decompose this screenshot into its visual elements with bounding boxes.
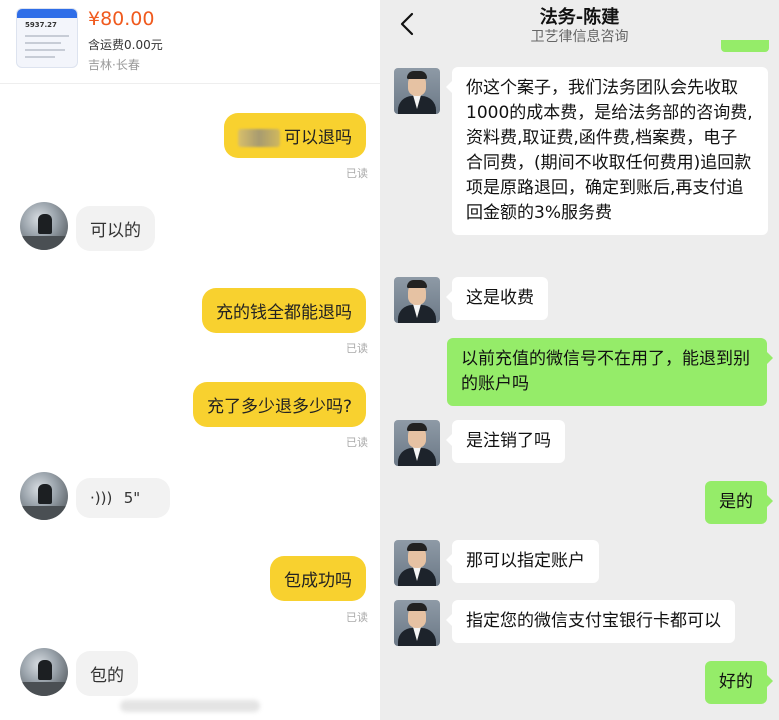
shipping-info: 含运费0.00元 <box>88 38 163 52</box>
blurred-watermark <box>120 700 260 712</box>
contact-avatar[interactable] <box>394 540 440 586</box>
outgoing-message[interactable]: 充的钱全都能退吗 <box>202 288 366 333</box>
product-thumbnail: 5937.27 <box>16 8 78 68</box>
outgoing-message[interactable]: 好的 <box>705 661 773 704</box>
incoming-message[interactable]: 是注销了吗 <box>446 420 565 463</box>
outgoing-message[interactable]: 以前充值的微信号不在用了，能退到别的账户吗 <box>447 338 773 406</box>
product-card[interactable]: 5937.27 ¥80.00 含运费0.00元 吉林·长春 <box>0 0 380 84</box>
contact-avatar[interactable] <box>20 202 68 250</box>
left-chat-panel: 5937.27 ¥80.00 含运费0.00元 吉林·长春 可以退吗 已读 可以… <box>0 0 380 720</box>
voice-duration: 5" <box>123 489 141 507</box>
incoming-message[interactable]: 指定您的微信支付宝银行卡都可以 <box>446 600 735 643</box>
thumbnail-amount: 5937.27 <box>25 21 57 29</box>
right-chat-panel: 法务-陈建 卫艺律信息咨询 你这个案子，我们法务团队会先收取1000的成本费，是… <box>380 0 779 720</box>
voice-message[interactable]: ·))) 5" <box>76 478 170 518</box>
incoming-message[interactable]: 那可以指定账户 <box>446 540 599 583</box>
contact-avatar[interactable] <box>20 472 68 520</box>
incoming-message[interactable]: 你这个案子，我们法务团队会先收取1000的成本费，是给法务部的咨询费,资料费,取… <box>446 67 768 235</box>
contact-avatar[interactable] <box>20 648 68 696</box>
read-receipt: 已读 <box>346 611 368 624</box>
blurred-text <box>238 129 280 147</box>
incoming-message[interactable]: 包的 <box>76 651 138 696</box>
product-price: ¥80.00 <box>88 8 155 30</box>
contact-avatar[interactable] <box>394 600 440 646</box>
outgoing-message[interactable]: 可以退吗 <box>224 113 366 158</box>
outgoing-message[interactable]: 充了多少退多少吗? <box>192 382 366 427</box>
voice-wave-icon: ·))) <box>90 489 113 507</box>
contact-avatar[interactable] <box>394 420 440 466</box>
message-text: 可以退吗 <box>284 128 352 148</box>
outgoing-message[interactable]: 包成功吗 <box>270 556 366 601</box>
incoming-message[interactable]: 可以的 <box>76 206 155 251</box>
outgoing-message[interactable]: 是的 <box>705 481 773 524</box>
read-receipt: 已读 <box>346 167 368 180</box>
chat-header: 法务-陈建 卫艺律信息咨询 <box>380 0 779 52</box>
contact-avatar[interactable] <box>394 277 440 323</box>
read-receipt: 已读 <box>346 342 368 355</box>
incoming-message[interactable]: 这是收费 <box>446 277 548 320</box>
partial-outgoing-message <box>721 40 769 52</box>
chat-subtitle: 卫艺律信息咨询 <box>530 29 629 45</box>
seller-location: 吉林·长春 <box>88 58 140 72</box>
contact-avatar[interactable] <box>394 68 440 114</box>
read-receipt: 已读 <box>346 436 368 449</box>
